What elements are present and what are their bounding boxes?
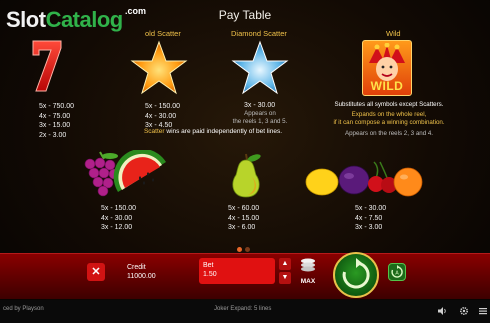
gold-star-icon	[130, 40, 188, 96]
seven-symbol-icon	[30, 38, 64, 94]
pay-line: 5x - 150.00	[145, 103, 181, 110]
max-label: MAX	[300, 278, 316, 285]
diamond-scatter-heading: Diamond Scatter	[231, 29, 287, 38]
watermark-slot: Slot	[6, 7, 46, 32]
wild-substitutes-text: Substitutes all symbols except Scatters.	[334, 101, 444, 108]
pay-line: 4x - 7.50	[355, 214, 383, 222]
pear-icon	[222, 151, 270, 199]
pear-paytable: 5x - 60.00 4x - 15.00 3x - 6.00	[228, 204, 259, 233]
appears-line: the reels 1, 3 and 5.	[232, 118, 288, 125]
credit-label: Credit	[127, 264, 146, 271]
seven-paytable: 5x - 750.00 4x - 75.00 3x - 15.00 2x - 3…	[39, 102, 74, 140]
wild-badge-text: WILD	[370, 79, 404, 93]
pay-line: 5x - 30.00	[355, 205, 387, 212]
pay-line: 5x - 150.00	[101, 205, 137, 212]
pay-line: 4x - 15.00	[228, 214, 260, 222]
bet-display: Bet 1.50	[199, 258, 275, 284]
pay-line: 3x - 3.00	[355, 224, 383, 231]
menu-icon[interactable]	[478, 303, 488, 315]
citrus-mix-paytable: 5x - 30.00 4x - 7.50 3x - 3.00	[355, 204, 386, 233]
grapes-watermelon-icon	[78, 148, 170, 198]
page-dot-active[interactable]	[237, 247, 242, 252]
sound-icon[interactable]	[437, 303, 447, 315]
credit-value: 11000.00	[127, 273, 156, 280]
gold-scatter-paytable: 5x - 150.00 4x - 30.00 3x - 4.50	[145, 102, 180, 131]
lemon-plum-cherry-orange-icon	[304, 158, 424, 200]
pay-line: 3x - 12.00	[101, 224, 133, 231]
autoplay-icon: A	[391, 265, 403, 278]
wild-joker-icon: WILD	[362, 40, 412, 96]
provider-credit: ced by Playson	[3, 306, 44, 312]
paytable-screen: Pay Table SlotCatalog .com 5x - 750.00 4…	[0, 0, 490, 323]
watermark-com: .com	[125, 6, 147, 16]
svg-text:A: A	[395, 271, 399, 277]
spin-arrows-icon	[342, 258, 370, 289]
pay-line: 5x - 750.00	[39, 103, 75, 110]
page-dot[interactable]	[245, 247, 250, 252]
scatter-wins-note: Scatter wins are paid independently of b…	[128, 128, 298, 136]
coin-stack-icon	[301, 258, 315, 272]
wild-expands-text: Expands on the whole reel, if it can com…	[330, 111, 448, 127]
pay-line: 4x - 30.00	[145, 112, 177, 120]
pay-line: 2x - 3.00	[39, 131, 67, 139]
spin-button[interactable]	[333, 252, 379, 298]
bet-label: Bet	[203, 262, 214, 269]
scatter-word: Scatter	[143, 128, 165, 135]
joker-expand-info: Joker Expand: 5 lines	[214, 306, 272, 312]
watermark-catalog: Catalog	[45, 7, 124, 32]
bet-down-button[interactable]: ▼	[279, 272, 291, 284]
diamond-appears-note: Appears on the reels 1, 3 and 5.	[222, 110, 298, 126]
pay-line: 4x - 30.00	[101, 214, 133, 222]
max-bet-button[interactable]: MAX	[297, 258, 319, 285]
expands-line: Expands on the whole reel,	[351, 111, 427, 118]
close-button[interactable]: ✕	[87, 263, 105, 281]
pay-line: 3x - 6.00	[228, 224, 256, 231]
pay-line: 5x - 60.00	[228, 205, 260, 212]
appears-line: Appears on	[244, 110, 276, 117]
pay-line: 3x - 15.00	[39, 122, 71, 129]
bet-value: 1.50	[203, 271, 217, 278]
scatter-note-rest: wins are paid independently of bet lines…	[164, 128, 283, 135]
pay-line: 4x - 75.00	[39, 112, 71, 120]
slotcatalog-watermark: SlotCatalog	[6, 7, 123, 33]
wild-heading: Wild	[386, 29, 401, 38]
wild-appears-note: Appears on the reels 2, 3 and 4.	[344, 130, 434, 137]
expands-line: if it can compose a winning combination.	[333, 119, 445, 126]
settings-gear-icon[interactable]	[459, 303, 469, 316]
diamond-star-icon	[231, 40, 289, 96]
bet-up-button[interactable]: ▲	[279, 258, 291, 270]
grapes-watermelon-paytable: 5x - 150.00 4x - 30.00 3x - 12.00	[101, 204, 136, 233]
gold-scatter-heading: old Scatter	[145, 29, 181, 38]
autoplay-button[interactable]: A	[388, 263, 406, 281]
